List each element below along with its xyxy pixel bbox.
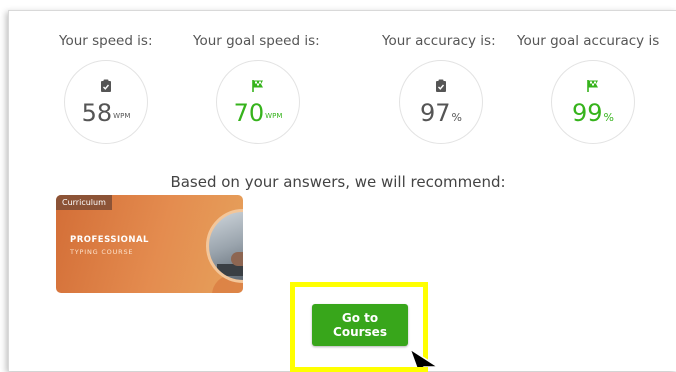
goal-speed-value: 70 (233, 99, 265, 127)
course-title: PROFESSIONAL (70, 235, 149, 245)
goal-speed-circle: 70WPM (216, 60, 300, 144)
goal-accuracy-circle: 99% (551, 60, 635, 144)
goal-accuracy-label: Your goal accuracy is (517, 33, 660, 49)
goal-speed-unit: WPM (265, 112, 283, 120)
speed-value: 58 (81, 99, 113, 127)
recommend-heading: Based on your answers, we will recommend… (170, 173, 506, 191)
accuracy-label: Your accuracy is: (382, 33, 496, 49)
hand-illustration (231, 252, 243, 266)
mouse-cursor-icon (408, 347, 440, 367)
curriculum-tag: Curriculum (56, 195, 112, 210)
goal-speed-label: Your goal speed is: (193, 33, 320, 49)
course-thumbnail (206, 209, 243, 283)
checkered-flag-icon (252, 80, 263, 92)
goal-accuracy-value: 99 (572, 99, 603, 127)
accuracy-value: 97 (420, 99, 451, 127)
goal-accuracy-unit: % (603, 111, 614, 124)
course-card[interactable]: Curriculum PROFESSIONAL TYPING COURSE (56, 195, 243, 293)
speed-unit: WPM (113, 112, 131, 120)
course-subtitle: TYPING COURSE (70, 248, 134, 256)
go-to-courses-button[interactable]: Go to Courses (312, 304, 408, 346)
speed-circle: 58WPM (64, 60, 148, 144)
clipboard-check-icon (436, 79, 446, 92)
accuracy-circle: 97% (399, 60, 483, 144)
accuracy-unit: % (451, 111, 462, 124)
clipboard-check-icon (101, 79, 111, 92)
speed-label: Your speed is: (59, 33, 153, 49)
checkered-flag-icon (587, 80, 598, 92)
